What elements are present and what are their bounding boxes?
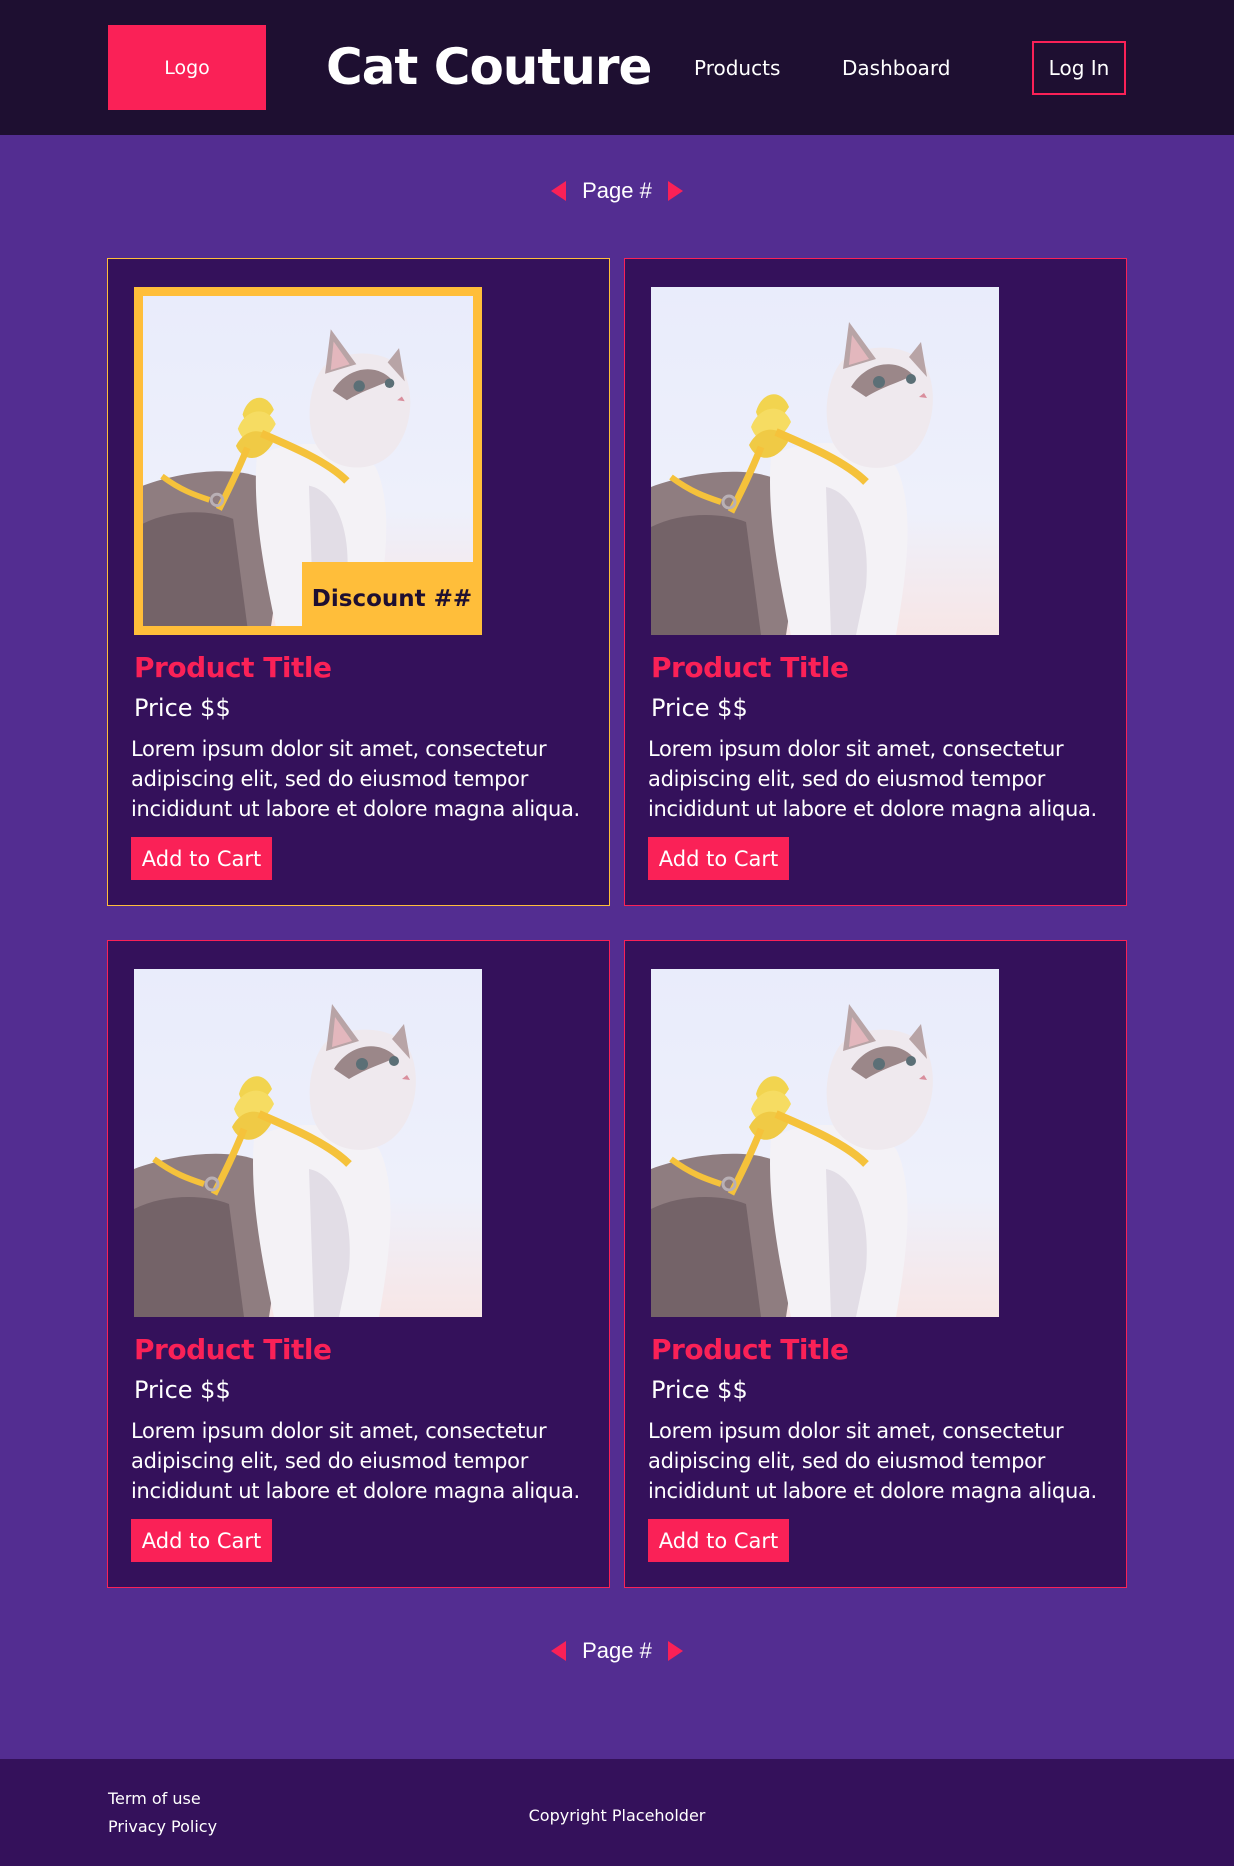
add-to-cart-button[interactable]: Add to Cart <box>131 837 272 880</box>
product-description: Lorem ipsum dolor sit amet, consectetur … <box>648 737 1097 821</box>
product-title[interactable]: Product Title <box>651 651 849 685</box>
nav-products-link[interactable]: Products <box>694 55 780 81</box>
add-to-cart-button[interactable]: Add to Cart <box>648 837 789 880</box>
product-price: Price $$ <box>134 694 231 722</box>
product-description: Lorem ipsum dolor sit amet, consectetur … <box>131 737 580 821</box>
prev-page-icon[interactable] <box>551 1641 567 1661</box>
product-price: Price $$ <box>651 694 748 722</box>
copyright-text: Copyright Placeholder <box>528 1806 706 1825</box>
product-description: Lorem ipsum dolor sit amet, consectetur … <box>131 1419 580 1503</box>
site-title: Cat Couture <box>326 38 652 96</box>
product-card: Product Title Price $$ Lorem ipsum dolor… <box>624 258 1127 906</box>
product-card: Product Title Price $$ Lorem ipsum dolor… <box>107 940 610 1588</box>
pagination-top: Page # <box>0 176 1234 206</box>
login-button[interactable]: Log In <box>1032 41 1126 95</box>
discount-badge: Discount ## <box>302 562 482 635</box>
add-to-cart-button[interactable]: Add to Cart <box>131 1519 272 1562</box>
product-title[interactable]: Product Title <box>134 1333 332 1367</box>
product-title[interactable]: Product Title <box>134 651 332 685</box>
product-image-frame[interactable]: Discount ## <box>134 287 482 635</box>
product-card: Product Title Price $$ Lorem ipsum dolor… <box>624 940 1127 1588</box>
product-image-frame[interactable] <box>134 969 482 1317</box>
product-card: Discount ## Product Title Price $$ Lorem… <box>107 258 610 906</box>
cat-product-image <box>651 969 999 1317</box>
logo[interactable]: Logo <box>108 25 266 110</box>
product-title[interactable]: Product Title <box>651 1333 849 1367</box>
pagination-bottom: Page # <box>0 1636 1234 1666</box>
next-page-icon[interactable] <box>667 181 683 201</box>
add-to-cart-button[interactable]: Add to Cart <box>648 1519 789 1562</box>
product-image-frame[interactable] <box>651 969 999 1317</box>
prev-page-icon[interactable] <box>551 181 567 201</box>
next-page-icon[interactable] <box>667 1641 683 1661</box>
product-price: Price $$ <box>134 1376 231 1404</box>
cat-product-image <box>651 287 999 635</box>
cat-product-image <box>134 969 482 1317</box>
page-label: Page # <box>582 178 652 203</box>
product-image-frame[interactable] <box>651 287 999 635</box>
nav-dashboard-link[interactable]: Dashboard <box>842 55 951 81</box>
product-description: Lorem ipsum dolor sit amet, consectetur … <box>648 1419 1097 1503</box>
product-price: Price $$ <box>651 1376 748 1404</box>
page-label: Page # <box>582 1638 652 1663</box>
